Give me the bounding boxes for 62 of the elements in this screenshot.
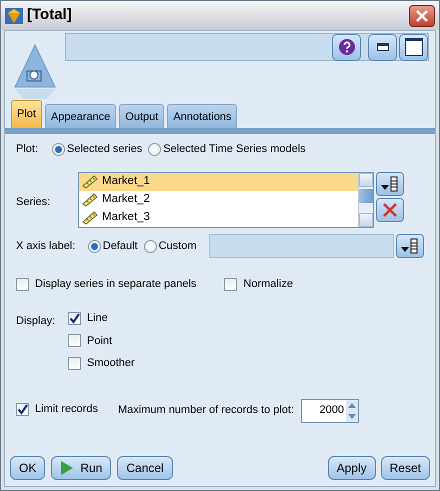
display-label: Display: [16,314,56,329]
checkbox[interactable] [16,402,29,416]
series-label: Series: [16,195,52,210]
checkbox-label: Smoother [87,356,135,371]
list-item[interactable]: Market_2 [79,191,358,209]
field-picker-icon [380,176,400,192]
field-picker-button[interactable] [376,172,404,196]
delete-icon [383,203,397,217]
scrollbar[interactable] [358,173,373,227]
tab[interactable]: Output [119,104,164,128]
checkbox[interactable] [224,278,238,290]
play-icon [60,460,74,476]
button[interactable]: Reset [380,456,430,480]
checkbox-label: Line [87,311,108,326]
option-label: Selected Time Series models [163,142,306,157]
radio-button[interactable] [144,240,157,252]
run-button[interactable]: Run [51,456,112,480]
max-records-label: Maximum number of records to plot: [118,403,296,418]
checkbox-label: Normalize [243,276,293,292]
series-list[interactable]: Market_1 Market_2 Market_3 [78,172,374,228]
plot-label: Plot: [16,142,40,157]
option-label: Selected series [67,142,142,157]
x-axis-label: X axis label: [16,238,76,254]
list-item[interactable]: Market_1 [79,173,358,191]
radio-button[interactable] [148,142,162,156]
tab[interactable]: Annotations [167,104,238,128]
minimize-button[interactable] [368,34,397,60]
button[interactable]: Apply [328,456,376,480]
checkbox-label: Point [87,334,112,348]
minimize-icon [376,43,388,51]
ruler-icon [82,211,98,225]
close-icon [416,10,428,22]
custom-label-field[interactable] [208,234,394,258]
node-name-field[interactable] [65,33,429,61]
window-title: [Total] [27,5,72,26]
field-picker-button[interactable] [396,234,424,258]
tab[interactable]: Plot [11,100,42,128]
checkbox[interactable] [68,312,81,325]
close-button[interactable] [409,4,435,26]
radio-button[interactable] [52,142,65,156]
remove-button[interactable] [376,198,404,222]
checkbox-label: Limit records [35,402,98,417]
maximize-icon [404,38,422,56]
maximize-button[interactable] [399,34,428,60]
option-label: Default [102,238,138,254]
tab[interactable]: Appearance [44,104,116,128]
help-icon [338,38,356,56]
field-picker-icon [400,238,420,254]
checkbox[interactable] [16,278,29,290]
list-item[interactable]: Market_3 [79,209,358,227]
button[interactable]: OK [10,456,46,480]
radio-button[interactable] [88,240,101,252]
checkbox[interactable] [68,334,81,348]
checkbox[interactable] [68,356,81,370]
ruler-icon [82,193,98,207]
help-button[interactable] [332,34,361,60]
max-records-spinner[interactable]: 2000 [300,398,359,422]
checkbox-label: Display series in separate panels [35,276,196,292]
button[interactable]: Cancel [117,456,173,480]
app-icon [5,6,23,24]
option-label: Custom [158,238,197,254]
ruler-icon [82,175,98,189]
